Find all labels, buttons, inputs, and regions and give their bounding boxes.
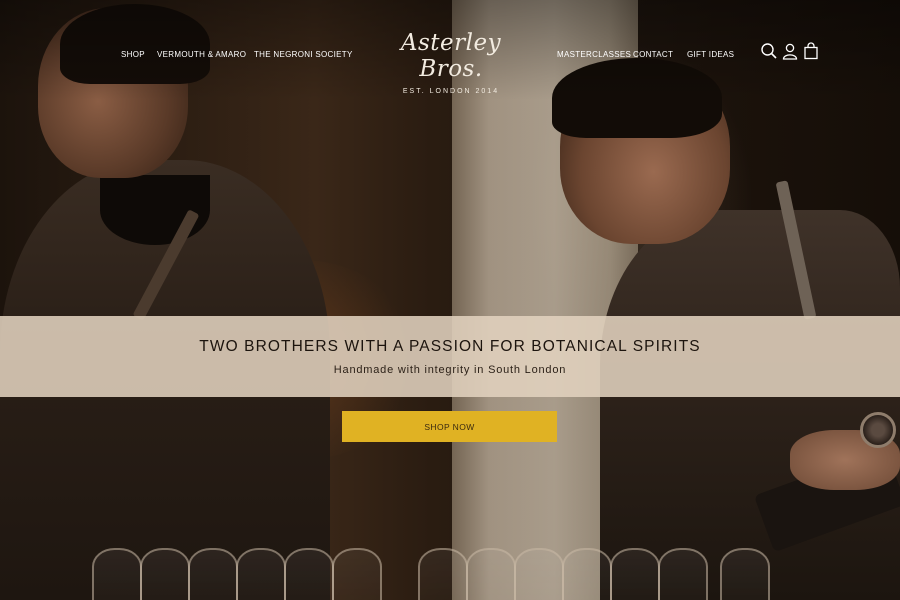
- left-brother-collar: [100, 175, 210, 245]
- nav-vermouth-amaro[interactable]: VERMOUTH & AMARO: [157, 50, 246, 59]
- search-icon[interactable]: [760, 42, 778, 60]
- brand-logo[interactable]: Asterley Bros. EST. LONDON 2014: [375, 30, 527, 95]
- wine-glass: [140, 548, 190, 600]
- logo-tagline: EST. LONDON 2014: [402, 88, 500, 95]
- wine-glass: [610, 548, 660, 600]
- wine-glass: [466, 548, 516, 600]
- wine-glass: [418, 548, 468, 600]
- nav-shop[interactable]: SHOP: [121, 50, 145, 59]
- hero-banner: TWO BROTHERS WITH A PASSION FOR BOTANICA…: [0, 316, 900, 397]
- wine-glass: [562, 548, 612, 600]
- wristwatch: [860, 412, 896, 448]
- nav-gift-ideas[interactable]: GIFT IDEAS: [687, 50, 734, 59]
- nav-negroni-society[interactable]: THE NEGRONI SOCIETY: [254, 50, 353, 59]
- hero-title: TWO BROTHERS WITH A PASSION FOR BOTANICA…: [199, 338, 701, 355]
- nav-masterclasses[interactable]: MASTERCLASSES: [557, 50, 631, 59]
- wine-glass: [658, 548, 708, 600]
- wine-glass: [284, 548, 334, 600]
- wine-glass: [236, 548, 286, 600]
- wine-glass: [188, 548, 238, 600]
- wine-glass: [332, 548, 382, 600]
- logo-wordmark: Asterley Bros.: [400, 30, 502, 82]
- site-header: SHOP VERMOUTH & AMARO THE NEGRONI SOCIET…: [0, 0, 900, 100]
- account-icon[interactable]: [781, 42, 799, 60]
- wine-glass: [92, 548, 142, 600]
- hero-subtitle: Handmade with integrity in South London: [333, 364, 567, 376]
- wine-glasses-row: [0, 540, 900, 600]
- wine-glass: [514, 548, 564, 600]
- shop-now-button[interactable]: SHOP NOW: [342, 411, 557, 442]
- shopping-bag-icon[interactable]: [802, 42, 820, 60]
- nav-contact[interactable]: CONTACT: [633, 50, 673, 59]
- wine-glass: [720, 548, 770, 600]
